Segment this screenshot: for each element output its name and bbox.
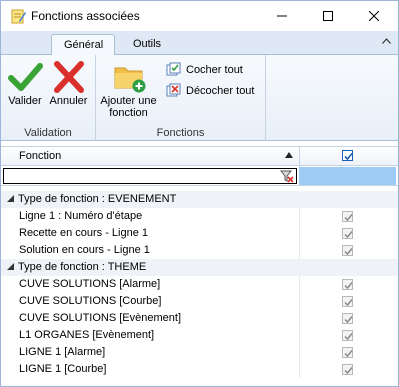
group-validation-label: Validation [24,127,72,139]
header-select-all-checkbox[interactable] [342,150,353,161]
uncheck-all-icon [166,83,182,99]
column-header-fonction[interactable]: Fonction [19,150,61,162]
ribbon-collapse-icon[interactable] [382,36,391,46]
table-row[interactable]: L1 ORGANES [Evènement] [1,327,398,344]
filter-input[interactable] [3,168,297,184]
ajouter-label-line1: Ajouter une [100,95,157,107]
decocher-tout-button[interactable]: Décocher tout [166,83,254,99]
check-all-icon [166,62,182,78]
row-checkbox[interactable] [342,364,353,375]
fonctions-grid: Fonction Type de fonction : EVENEMENT Li… [1,146,398,386]
group-row[interactable]: Type de fonction : THEME [1,259,398,276]
table-row[interactable]: Solution en cours - Ligne 1 [1,242,398,259]
table-row[interactable]: CUVE SOLUTIONS [Alarme] [1,276,398,293]
ribbon-tab-strip: Général Outils [1,31,398,56]
row-checkbox[interactable] [342,228,353,239]
fonction-label: Solution en cours - Ligne 1 [19,244,150,256]
row-checkbox[interactable] [342,347,353,358]
ajouter-fonction-button[interactable]: Ajouter une fonction [96,59,161,119]
collapse-triangle-icon[interactable] [7,259,14,276]
column-divider [299,225,300,242]
column-divider [299,344,300,361]
fonction-label: CUVE SOLUTIONS [Evènement] [19,312,181,324]
filter-row [1,166,398,186]
table-row[interactable]: Ligne 1 : Numéro d'étape [1,208,398,225]
minimize-button[interactable] [259,1,305,31]
group-row-label: Type de fonction : EVENEMENT [18,193,177,205]
app-icon [10,8,26,24]
cross-icon [51,59,87,95]
fonction-label: Recette en cours - Ligne 1 [19,227,149,239]
close-icon [369,11,379,21]
row-checkbox[interactable] [342,330,353,341]
valider-button[interactable]: Valider [4,59,46,107]
column-divider [299,310,300,327]
window-title: Fonctions associées [31,9,140,23]
column-divider [299,293,300,310]
tab-outils[interactable]: Outils [119,34,175,56]
sort-asc-icon[interactable] [285,150,293,160]
fonction-label: Ligne 1 : Numéro d'étape [19,210,143,222]
group-row[interactable]: Type de fonction : EVENEMENT [1,191,398,208]
decocher-tout-label: Décocher tout [186,85,255,97]
group-fonctions: Ajouter une fonction Cocher tout Décoche… [96,55,266,141]
minimize-icon [277,15,287,17]
fonction-label: LIGNE 1 [Courbe] [19,363,107,375]
group-validation: Valider Annuler Validation [1,55,96,141]
fonction-label: CUVE SOLUTIONS [Alarme] [19,278,161,290]
column-divider [299,147,300,167]
clear-filter-icon[interactable] [279,169,294,183]
table-row[interactable]: LIGNE 1 [Alarme] [1,344,398,361]
column-divider [299,242,300,259]
cocher-tout-button[interactable]: Cocher tout [166,62,243,78]
maximize-icon [323,11,333,21]
ajouter-label-line2: fonction [109,107,148,119]
column-divider [299,361,300,378]
checkmark-icon [7,59,43,95]
table-row[interactable]: LIGNE 1 [Courbe] [1,361,398,378]
fonction-label: LIGNE 1 [Alarme] [19,346,106,358]
valider-label: Valider [8,95,42,107]
group-fonctions-label: Fonctions [156,127,205,139]
maximize-button[interactable] [305,1,351,31]
ribbon-panel: Valider Annuler Validation Ajouter une f… [1,55,398,141]
annuler-label: Annuler [49,95,88,107]
row-checkbox[interactable] [342,245,353,256]
fonction-label: CUVE SOLUTIONS [Courbe] [19,295,162,307]
table-row[interactable]: Recette en cours - Ligne 1 [1,225,398,242]
close-button[interactable] [351,1,397,31]
row-checkbox[interactable] [342,296,353,307]
add-folder-icon [111,59,147,95]
group-row-label: Type de fonction : THEME [18,261,147,273]
column-divider [299,327,300,344]
table-row[interactable]: CUVE SOLUTIONS [Evènement] [1,310,398,327]
row-checkbox[interactable] [342,313,353,324]
column-divider [299,208,300,225]
fonction-label: L1 ORGANES [Evènement] [19,329,155,341]
dialog-window: Fonctions associées Général Outils Valid… [0,0,399,387]
row-checkbox[interactable] [342,211,353,222]
column-divider [299,276,300,293]
grid-header: Fonction [1,146,398,167]
title-bar: Fonctions associées [1,1,398,31]
tab-general[interactable]: Général [51,34,115,56]
collapse-triangle-icon[interactable] [7,191,14,208]
table-row[interactable]: CUVE SOLUTIONS [Courbe] [1,293,398,310]
annuler-button[interactable]: Annuler [46,59,91,107]
cocher-tout-label: Cocher tout [186,64,243,76]
row-checkbox[interactable] [342,279,353,290]
filter-check-cell[interactable] [299,167,396,185]
